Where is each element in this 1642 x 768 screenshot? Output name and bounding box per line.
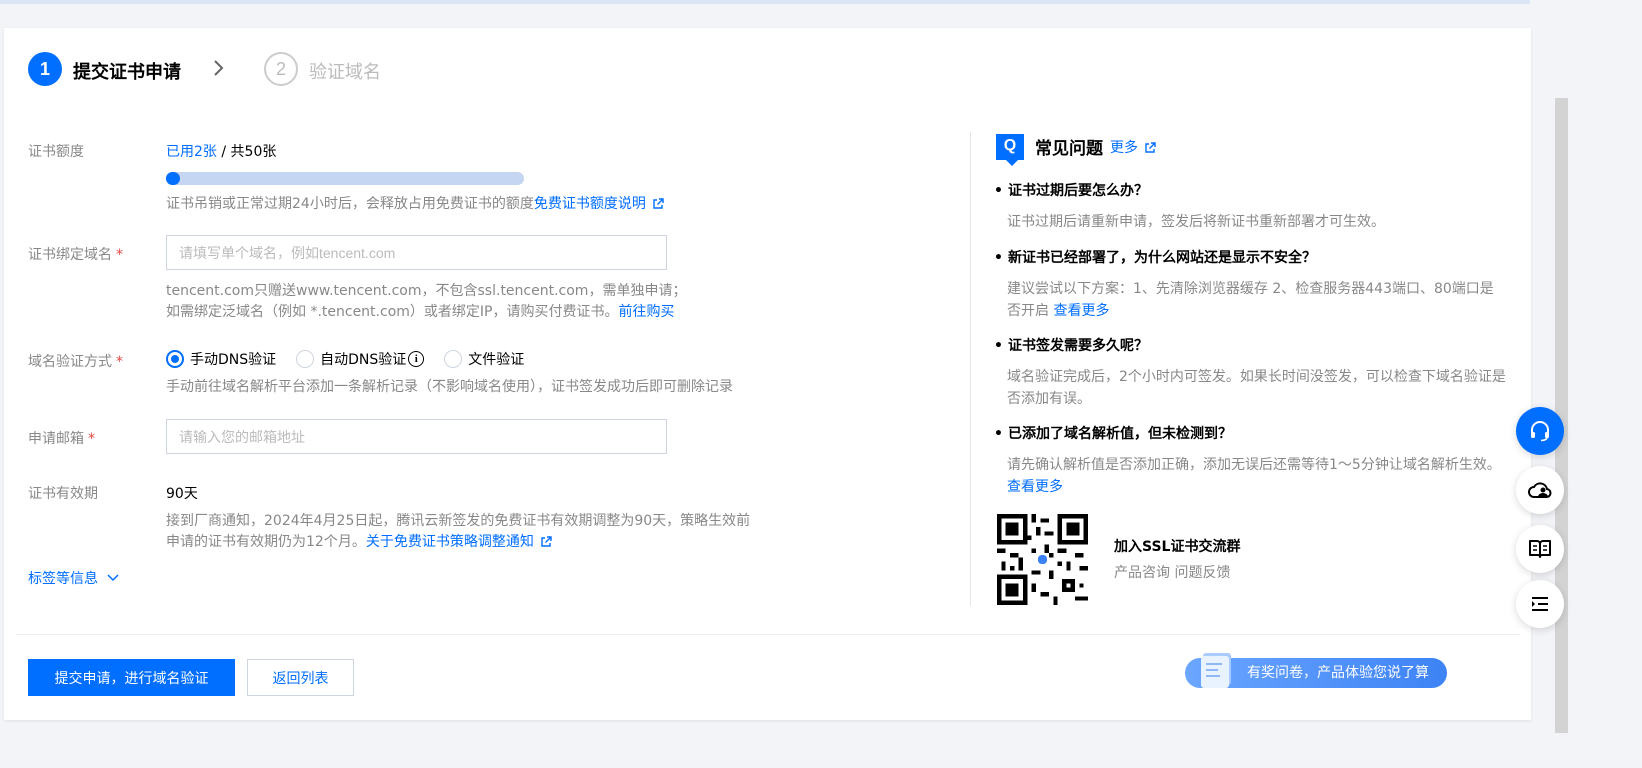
- verify-method-label-text: 域名验证方式: [28, 354, 112, 370]
- survey-document-icon: [1201, 653, 1231, 688]
- book-icon: [1529, 540, 1551, 558]
- tags-toggle-label: 标签等信息: [28, 571, 98, 587]
- footer-divider: [16, 634, 1520, 635]
- quota-hint: 证书吊销或正常过期24小时后，会释放占用免费证书的额度免费证书额度说明: [166, 194, 664, 215]
- vertical-divider: [970, 132, 971, 606]
- verify-method-hint: 手动前往域名解析平台添加一条解析记录（不影响域名使用），证书签发成功后即可删除记…: [166, 379, 733, 395]
- cloud-user-icon: [1528, 482, 1552, 498]
- step-2-label: 验证域名: [309, 62, 381, 83]
- domain-input[interactable]: [166, 235, 667, 270]
- validity-value: 90天: [166, 486, 198, 502]
- required-mark: *: [116, 354, 123, 370]
- faq-answer: 域名验证完成后，2个小时内可签发。如果长时间没签发，可以检查下域名验证是否添加有…: [1007, 369, 1506, 407]
- faq-title: 常见问题: [1035, 139, 1103, 159]
- chevron-down-icon: [107, 574, 119, 582]
- step-2-number: 2: [264, 52, 298, 86]
- verify-method-radio-group: 手动DNS验证 自动DNS验证 i 文件验证: [166, 349, 544, 369]
- quota-help-link[interactable]: 免费证书额度说明: [534, 196, 646, 212]
- radio-dot-checked[interactable]: [166, 350, 184, 368]
- qr-group-title: 加入SSL证书交流群: [1114, 539, 1241, 555]
- external-link-icon[interactable]: [652, 198, 664, 210]
- faq-question: 新证书已经部署了，为什么网站还是显示不安全？: [994, 247, 1316, 267]
- external-link-icon[interactable]: [1144, 142, 1156, 154]
- validity-label: 证书有效期: [28, 486, 98, 502]
- list-indent-icon: [1532, 597, 1548, 611]
- docs-button[interactable]: [1516, 525, 1564, 573]
- radio-file-label: 文件验证: [468, 352, 525, 368]
- domain-hint-line2-text: 如需绑定泛域名（例如 *.tencent.com）或者绑定IP，请购买付费证书。: [166, 304, 619, 320]
- top-accent-bar: [0, 0, 1530, 4]
- validity-hint-line2-text: 申请的证书有效期仍为12个月。: [166, 534, 366, 550]
- faq-answer: 请先确认解析值是否添加正确，添加无误后还需等待1～5分钟让域名解析生效。 查看更…: [1007, 454, 1507, 498]
- email-label-text: 申请邮箱: [28, 431, 84, 447]
- radio-auto-dns[interactable]: 自动DNS验证 i: [296, 349, 425, 369]
- qr-code-image: [997, 514, 1088, 605]
- faq-more-label: 更多: [1110, 140, 1138, 156]
- quota-hint-text: 证书吊销或正常过期24小时后，会释放占用免费证书的额度: [166, 196, 534, 212]
- quota-separator: /: [216, 144, 231, 160]
- radio-dot[interactable]: [296, 350, 315, 368]
- outline-button[interactable]: [1516, 580, 1564, 628]
- faq-answer: 建议尝试以下方案：1、先清除浏览器缓存 2、检查服务器443端口、80端口是否开…: [1007, 278, 1507, 322]
- faq-read-more-link[interactable]: 查看更多: [1007, 479, 1063, 495]
- email-label: 申请邮箱 *: [28, 428, 95, 448]
- submit-button[interactable]: 提交申请，进行域名验证: [28, 659, 235, 696]
- quota-total: 共50张: [230, 144, 277, 160]
- faq-question: 已添加了域名解析值，但未检测到？: [994, 423, 1232, 443]
- purchase-link[interactable]: 前往购买: [618, 304, 674, 320]
- faq-read-more-link[interactable]: 查看更多: [1053, 303, 1109, 319]
- faq-answer-text: 请先确认解析值是否添加正确，添加无误后还需等待1～5分钟让域名解析生效。: [1007, 457, 1501, 473]
- faq-logo-icon: Q: [996, 134, 1024, 166]
- info-icon[interactable]: i: [408, 351, 425, 367]
- step-1-label: 提交证书申请: [73, 62, 181, 83]
- radio-manual-dns[interactable]: 手动DNS验证: [166, 349, 276, 369]
- quota-progress-fill: [166, 172, 180, 185]
- quota-label: 证书额度: [28, 144, 84, 160]
- domain-label: 证书绑定域名 *: [28, 244, 123, 264]
- quota-used: 已用2张: [166, 144, 217, 160]
- verify-method-label: 域名验证方式 *: [28, 351, 123, 371]
- validity-hint-line1: 接到厂商通知，2024年4月25日起，腾讯云新签发的免费证书有效期调整为90天，…: [166, 513, 751, 529]
- quota-progress-bar: [166, 172, 524, 185]
- back-to-list-button[interactable]: 返回列表: [247, 659, 354, 696]
- quota-value: 已用2张 / 共50张: [166, 141, 276, 161]
- required-mark: *: [88, 431, 95, 447]
- policy-notice-link[interactable]: 关于免费证书策略调整通知: [366, 534, 534, 550]
- faq-answer: 证书过期后请重新申请，签发后将新证书重新部署才可生效。: [1007, 214, 1385, 230]
- radio-dot[interactable]: [444, 350, 463, 368]
- validity-hint-line2: 申请的证书有效期仍为12个月。关于免费证书策略调整通知: [166, 532, 750, 553]
- domain-hint: tencent.com只赠送www.tencent.com，不包含ssl.ten…: [166, 281, 686, 323]
- chevron-right-icon: [214, 60, 224, 76]
- faq-question: 证书过期后要怎么办？: [994, 180, 1148, 200]
- radio-manual-dns-label: 手动DNS验证: [190, 352, 277, 368]
- cloud-assistant-button[interactable]: [1516, 466, 1564, 514]
- headset-icon: [1531, 421, 1549, 442]
- qr-group-subtitle: 产品咨询 问题反馈: [1114, 565, 1231, 581]
- faq-question: 证书签发需要多久呢？: [994, 335, 1148, 355]
- domain-hint-line2: 如需绑定泛域名（例如 *.tencent.com）或者绑定IP，请购买付费证书。…: [166, 302, 686, 323]
- customer-service-button[interactable]: [1516, 407, 1564, 455]
- radio-auto-dns-label: 自动DNS验证: [320, 352, 407, 368]
- faq-more-link[interactable]: 更多: [1110, 137, 1156, 157]
- email-input[interactable]: [166, 419, 667, 454]
- required-mark: *: [116, 247, 123, 263]
- domain-label-text: 证书绑定域名: [28, 247, 112, 263]
- domain-hint-line1: tencent.com只赠送www.tencent.com，不包含ssl.ten…: [166, 283, 687, 299]
- step-1-number: 1: [28, 52, 62, 86]
- external-link-icon[interactable]: [540, 536, 552, 548]
- radio-file[interactable]: 文件验证: [444, 349, 524, 369]
- validity-hint: 接到厂商通知，2024年4月25日起，腾讯云新签发的免费证书有效期调整为90天，…: [166, 511, 750, 553]
- tags-toggle[interactable]: 标签等信息: [28, 568, 120, 588]
